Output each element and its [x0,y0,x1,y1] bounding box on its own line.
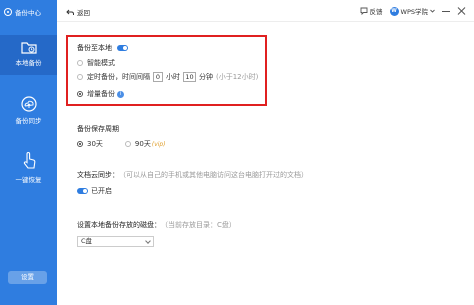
retention-90-radio[interactable] [124,141,131,147]
local-backup-title: 备份至本地 [77,44,112,52]
disk-select-value: C盘 [81,237,93,245]
disk-current-hint: （当前存放目录：C盘） [161,221,236,229]
cloud-sync-status-row: 已开启 [77,186,112,196]
retention-options: 30天 90天 (vip) [77,139,166,149]
hours-input[interactable]: 0 [153,72,163,82]
vip-badge: (vip) [151,140,166,148]
local-backup-header: 备份至本地 [77,43,128,53]
settings-button[interactable]: 设置 [8,271,47,284]
close-button[interactable] [457,7,465,15]
feedback-label: 反馈 [369,8,383,16]
disk-select[interactable]: C盘 [77,236,154,247]
cloud-sync-title: 文档云同步： [77,171,119,179]
vip-badge-text: vip [154,140,164,148]
sidebar-item-backup-sync[interactable]: 备份同步 [0,94,57,132]
cloud-sync-toggle[interactable] [77,188,88,194]
backup-center-logo-icon [4,8,12,16]
retention-30-label: 30天 [87,140,103,148]
feedback-button[interactable]: 反馈 [360,6,383,16]
timed-backup-label: 定时备份，时间间隔 [87,73,150,81]
retention-title-row: 备份保存周期 [77,124,119,134]
top-bar: 返回 反馈 W WPS学院 [57,0,474,22]
timed-hint: (小于12小时) [216,73,259,81]
app-title: 备份中心 [4,7,41,17]
incremental-backup-radio[interactable] [77,91,83,97]
timed-backup-radio[interactable] [77,74,83,80]
avatar: W [389,6,399,16]
folder-clock-icon [20,42,37,54]
back-label: 返回 [77,9,90,17]
sidebar: 备份中心 本地备份 备份同步 一键恢复 设置 [0,0,57,305]
timed-backup-option[interactable]: 定时备份，时间间隔 0 小时 10 分钟 (小于12小时) [77,72,258,82]
sidebar-item-label: 备份同步 [15,117,42,125]
incremental-backup-label: 增量备份 [87,90,115,98]
disk-title-row: 设置本地备份存放的磁盘： （当前存放目录：C盘） [77,220,236,230]
app-title-label: 备份中心 [15,9,41,17]
disk-title: 设置本地备份存放的磁盘： [77,221,161,229]
hours-unit: 小时 [166,73,180,81]
smart-mode-option[interactable]: 智能模式 [77,58,115,68]
sidebar-item-one-click-restore[interactable]: 一键恢复 [0,149,57,189]
incremental-backup-option[interactable]: 增量备份 i [77,89,124,99]
hand-tap-icon [23,151,35,169]
cloud-sync-hint: （可以从自己的手机或其他电脑访问这台电脑打开过的文档） [119,171,308,179]
sidebar-item-label: 一键恢复 [15,176,42,184]
cloud-sync-title-row: 文档云同步： （可以从自己的手机或其他电脑访问这台电脑打开过的文档） [77,170,308,180]
retention-90-label: 90天 [134,140,151,148]
top-bar-actions: 反馈 W WPS学院 [360,6,465,16]
sidebar-item-label: 本地备份 [15,59,42,67]
minutes-input[interactable]: 10 [183,72,196,82]
cloud-sync-status: 已开启 [91,187,112,195]
chevron-down-icon [145,238,151,244]
cloud-upload-icon [20,96,37,112]
back-arrow-icon [66,9,74,15]
minutes-unit: 分钟 [199,73,213,81]
account-menu[interactable]: W WPS学院 [389,6,435,16]
smart-mode-radio[interactable] [77,60,83,66]
minimize-button[interactable] [442,7,450,15]
account-label: WPS学院 [400,8,428,16]
local-backup-toggle[interactable] [117,45,128,51]
smart-mode-label: 智能模式 [87,59,115,67]
retention-30-radio[interactable] [77,141,83,147]
feedback-icon [360,7,367,15]
chevron-down-icon [430,9,435,13]
back-button[interactable]: 返回 [66,7,90,17]
retention-title: 备份保存周期 [77,125,119,133]
sidebar-item-local-backup[interactable]: 本地备份 [0,35,57,75]
info-icon[interactable]: i [117,90,124,98]
